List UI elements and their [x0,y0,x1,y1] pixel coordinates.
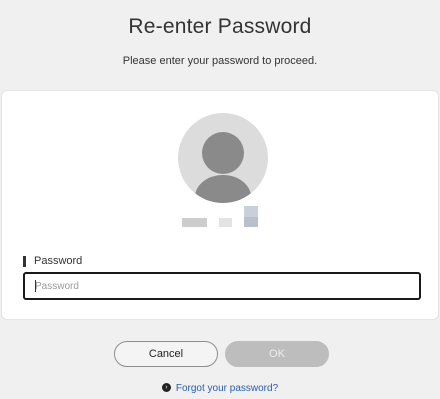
user-avatar-icon [178,113,268,203]
password-input[interactable] [23,272,421,300]
cancel-button[interactable]: Cancel [114,341,218,367]
login-card: Password [1,90,439,320]
page-title: Re-enter Password [128,15,312,38]
text-cursor [35,280,36,292]
forgot-password-row: › Forgot your password? [0,382,440,394]
forgot-password-link[interactable]: Forgot your password? [176,383,278,394]
chevron-right-circle-icon: › [161,382,171,392]
label-marker [23,255,26,267]
password-label-text: Password [34,255,83,267]
page-subtitle: Please enter your password to proceed. [122,55,318,67]
password-label: Password [23,255,82,267]
username-obscured [182,206,262,228]
ok-button[interactable]: OK [225,341,329,367]
